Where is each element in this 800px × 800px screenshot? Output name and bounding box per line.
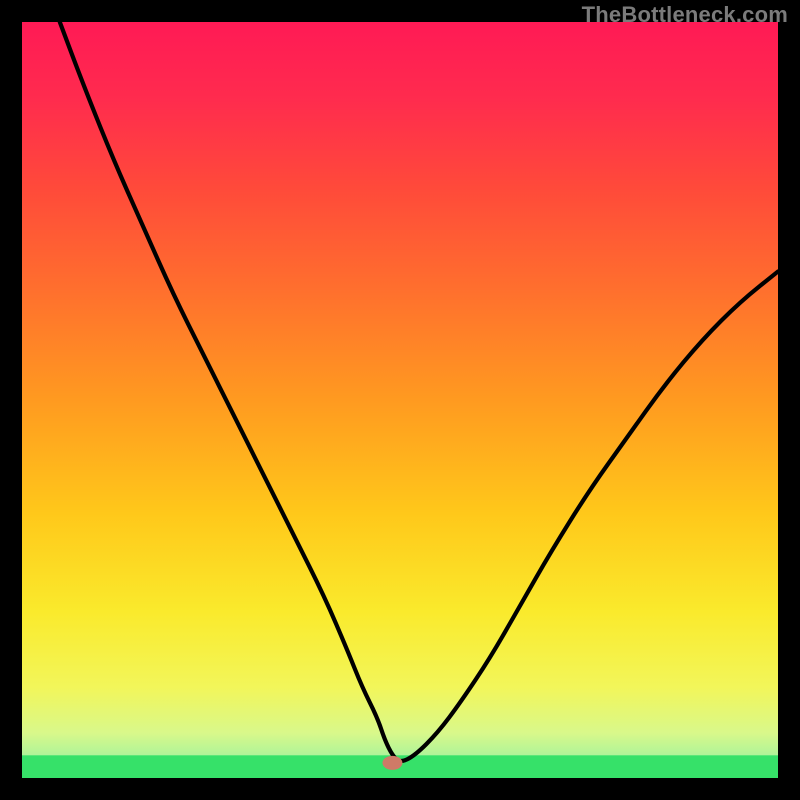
optimal-point-marker <box>382 756 402 770</box>
chart-frame: TheBottleneck.com <box>0 0 800 800</box>
gradient-background <box>22 22 778 778</box>
plot-area <box>22 22 778 778</box>
